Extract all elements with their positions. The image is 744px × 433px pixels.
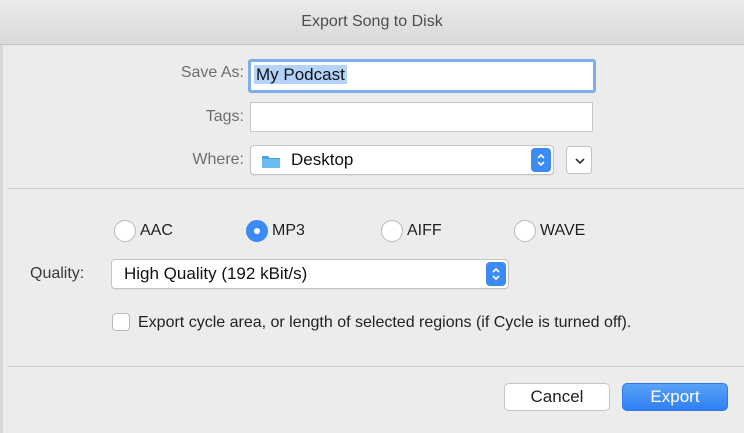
radio-wave[interactable] bbox=[514, 220, 536, 242]
radio-aiff[interactable] bbox=[381, 220, 403, 242]
radio-aac[interactable] bbox=[114, 220, 136, 242]
radio-aiff-label: AIFF bbox=[407, 222, 442, 239]
radio-aac-label: AAC bbox=[140, 222, 173, 239]
quality-stepper bbox=[486, 262, 506, 286]
save-as-field[interactable]: My Podcast bbox=[248, 59, 596, 93]
save-as-value: My Podcast bbox=[254, 65, 347, 84]
where-stepper bbox=[531, 148, 551, 172]
updown-chevron-icon bbox=[492, 267, 500, 281]
window-edge bbox=[0, 0, 3, 433]
updown-chevron-icon bbox=[537, 153, 545, 167]
cancel-button[interactable]: Cancel bbox=[504, 383, 610, 411]
export-dialog: Export Song to Disk Save As: My Podcast … bbox=[0, 0, 744, 433]
where-label: Where: bbox=[192, 151, 244, 168]
quality-value: High Quality (192 kBit/s) bbox=[124, 264, 308, 283]
save-as-label: Save As: bbox=[180, 64, 244, 81]
tags-field[interactable] bbox=[250, 102, 593, 132]
dialog-title: Export Song to Disk bbox=[301, 13, 443, 30]
radio-wave-label: WAVE bbox=[540, 222, 586, 239]
chevron-down-icon bbox=[575, 158, 585, 165]
export-cycle-checkbox[interactable] bbox=[112, 313, 130, 331]
where-value: Desktop bbox=[291, 150, 354, 169]
title-bar: Export Song to Disk bbox=[0, 0, 744, 45]
quality-label: Quality: bbox=[30, 265, 85, 282]
tags-label: Tags: bbox=[205, 108, 244, 125]
export-cycle-label: Export cycle area, or length of selected… bbox=[138, 314, 632, 331]
separator-bottom bbox=[8, 366, 744, 367]
expand-browser-button[interactable] bbox=[566, 146, 592, 174]
radio-mp3-label: MP3 bbox=[272, 222, 305, 239]
folder-icon bbox=[262, 156, 280, 168]
radio-mp3[interactable] bbox=[246, 220, 268, 242]
export-button[interactable]: Export bbox=[622, 383, 728, 411]
quality-popup[interactable]: High Quality (192 kBit/s) bbox=[111, 259, 509, 289]
separator-top bbox=[8, 188, 744, 189]
where-popup[interactable]: Desktop bbox=[250, 145, 554, 175]
